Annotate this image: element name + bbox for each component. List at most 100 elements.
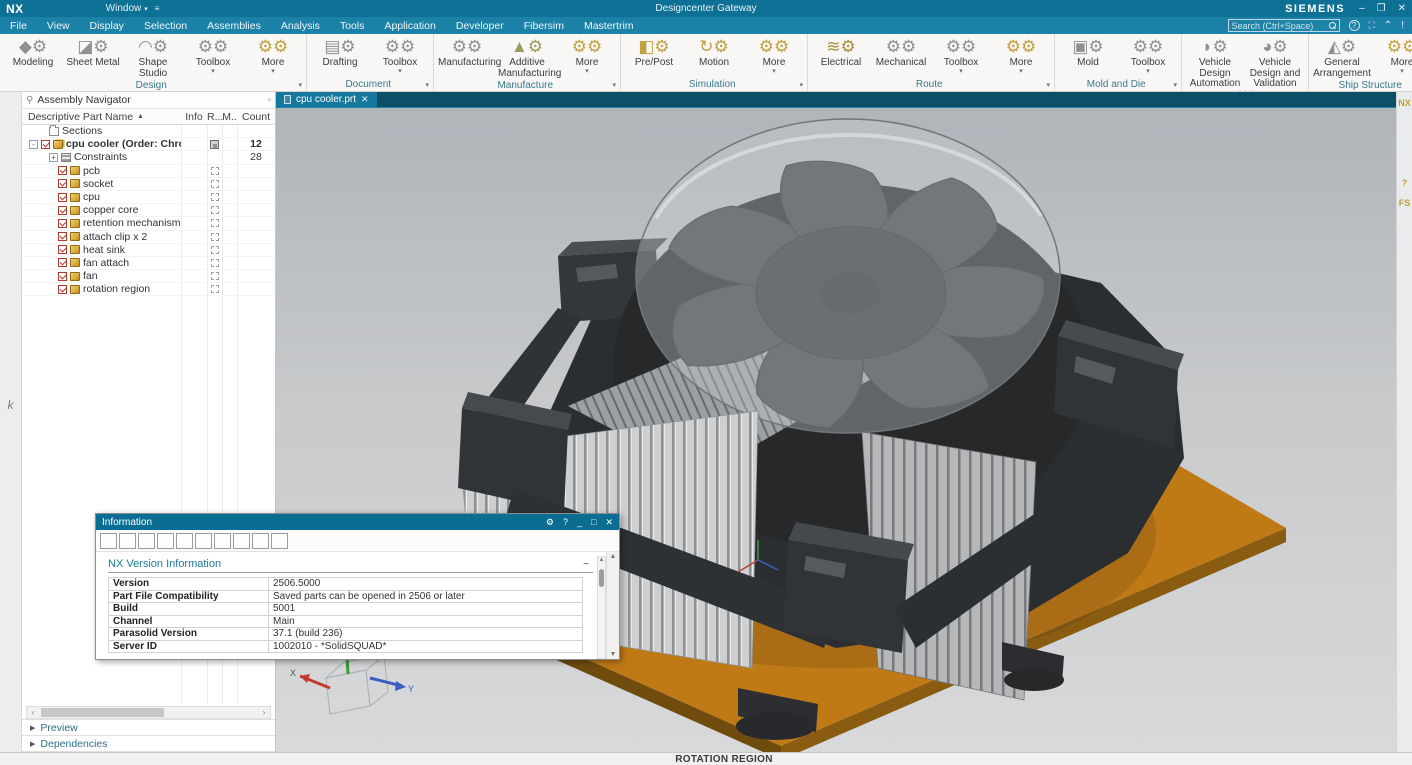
menu-item[interactable]: Mastertrim	[574, 17, 644, 34]
component-checkbox[interactable]	[58, 179, 67, 188]
group-dialog-launcher-icon[interactable]: ▾	[799, 81, 803, 89]
menu-item[interactable]: Developer	[446, 17, 514, 34]
minimize-ribbon-icon[interactable]: ⌃	[1384, 20, 1392, 31]
restore-button[interactable]: ❐	[1377, 3, 1386, 14]
component-checkbox[interactable]	[58, 193, 67, 202]
command-search-input[interactable]: Search (Ctrl+Space)	[1228, 19, 1340, 32]
group-dialog-launcher-icon[interactable]: ▾	[1046, 81, 1050, 89]
ribbon-button[interactable]: ⚙ Toolbox ▾	[932, 36, 990, 75]
ribbon-button[interactable]: ⚙ Vehicle Design Automation ▾	[1186, 36, 1244, 90]
tab-close-icon[interactable]: ✕	[361, 94, 369, 105]
ribbon-button[interactable]: ⚙ Toolbox ▾	[1119, 36, 1177, 75]
component-checkbox[interactable]	[41, 140, 50, 149]
group-dialog-launcher-icon[interactable]: ▾	[1173, 81, 1177, 89]
scroll-left-icon[interactable]: ‹	[27, 708, 39, 717]
scroll-down-icon[interactable]: ▼	[610, 651, 617, 658]
pin-icon[interactable]: ⚲	[26, 95, 33, 106]
scroll-thumb[interactable]	[599, 569, 604, 587]
collapsible-section[interactable]: ▶ Dependencies	[22, 735, 275, 751]
tree-row[interactable]: attach clip x 2	[22, 231, 275, 244]
alerts-icon[interactable]: !	[1401, 20, 1404, 31]
ribbon-button[interactable]: ⚙ More ▾	[1373, 36, 1412, 75]
scroll-up-icon[interactable]: ▲	[610, 553, 617, 560]
outer-scrollbar[interactable]: ▲ ▼	[606, 552, 619, 659]
group-dialog-launcher-icon[interactable]: ▾	[298, 81, 302, 89]
tree-column-headers[interactable]: Descriptive Part Name▲ Info R... M.. Cou…	[22, 109, 275, 125]
ribbon-button[interactable]: ⚙ More ▾	[558, 36, 616, 75]
maximize-icon[interactable]: □	[591, 517, 596, 528]
ribbon-button[interactable]: ⚙ General Arrangement ▾	[1313, 36, 1371, 79]
component-checkbox[interactable]	[58, 206, 67, 215]
close-button[interactable]: ✕	[1398, 3, 1406, 14]
component-checkbox[interactable]	[58, 245, 67, 254]
ribbon-button[interactable]: ⚙ Additive Manufacturing ▾	[498, 36, 556, 79]
component-checkbox[interactable]	[58, 166, 67, 175]
tree-row[interactable]: copper core	[22, 204, 275, 217]
component-checkbox[interactable]	[58, 285, 67, 294]
tree-expander[interactable]: -	[29, 140, 38, 149]
tree-row[interactable]: fan	[22, 270, 275, 283]
tree-row[interactable]: cpu	[22, 191, 275, 204]
help-icon[interactable]: ?	[563, 517, 568, 528]
tree-row[interactable]: pcb	[22, 165, 275, 178]
ribbon-button[interactable]: ⚙ Toolbox ▾	[371, 36, 429, 75]
fullscreen-icon[interactable]: ⛶	[1369, 20, 1375, 31]
scroll-right-icon[interactable]: ›	[258, 708, 270, 717]
inner-scrollbar[interactable]: ▲	[597, 556, 606, 659]
scroll-up-icon[interactable]: ▲	[598, 557, 605, 563]
menu-item[interactable]: Selection	[134, 17, 197, 34]
float-panel-icon[interactable]: ▫	[267, 95, 271, 106]
settings-gear-icon[interactable]: ⚙	[546, 517, 554, 528]
horizontal-scrollbar[interactable]: ‹ ›	[26, 706, 271, 719]
tree-row[interactable]: retention mechanism	[22, 217, 275, 230]
menu-item[interactable]: Application	[374, 17, 445, 34]
menu-item[interactable]: Fibersim	[514, 17, 574, 34]
component-checkbox[interactable]	[58, 232, 67, 241]
menu-item[interactable]: Assemblies	[197, 17, 271, 34]
ribbon-button[interactable]: ⚙ Shape Studio ▾	[124, 36, 182, 79]
ribbon-button[interactable]: ⚙ More ▾	[745, 36, 803, 75]
ribbon-button[interactable]: ⚙ Manufacturing ▾	[438, 36, 496, 69]
ribbon-button[interactable]: ⚙ Toolbox ▾	[184, 36, 242, 75]
help-icon[interactable]: ?	[1349, 20, 1360, 31]
minimize-icon[interactable]: _	[577, 517, 582, 528]
menu-item[interactable]: File	[0, 17, 37, 34]
tree-row[interactable]: fan attach	[22, 257, 275, 270]
tree-row[interactable]: heat sink	[22, 244, 275, 257]
ribbon-button[interactable]: ⚙ Mechanical ▾	[872, 36, 930, 69]
scroll-thumb[interactable]	[41, 708, 164, 717]
tree-expander[interactable]: +	[49, 153, 58, 162]
collapse-section-icon[interactable]: −	[583, 559, 593, 570]
close-icon[interactable]: ✕	[605, 517, 613, 528]
group-dialog-launcher-icon[interactable]: ▾	[612, 81, 616, 89]
information-window-titlebar[interactable]: Information ⚙ ? _ □ ✕	[96, 514, 619, 530]
minimize-button[interactable]: –	[1359, 3, 1365, 14]
ribbon-button[interactable]: ⚙ Modeling ▾	[4, 36, 62, 69]
tab-cpu-cooler[interactable]: cpu cooler.prt ✕	[276, 92, 377, 107]
group-dialog-launcher-icon[interactable]: ▾	[425, 81, 429, 89]
ribbon-button[interactable]: ⚙ Mold ▾	[1059, 36, 1117, 69]
component-checkbox[interactable]	[58, 219, 67, 228]
ribbon-button[interactable]: ⚙ Electrical ▾	[812, 36, 870, 69]
menu-item[interactable]: Display	[80, 17, 134, 34]
tree-row[interactable]: socket	[22, 178, 275, 191]
ribbon-button[interactable]: ⚙ Drafting ▾	[311, 36, 369, 69]
ribbon-button[interactable]: ⚙ Pre/Post ▾	[625, 36, 683, 69]
window-menu[interactable]: Window ▾ ≡	[106, 3, 160, 14]
tree-row[interactable]: - cpu cooler (Order: Chronologic... 12	[22, 138, 275, 151]
tree-row[interactable]: rotation region	[22, 283, 275, 296]
scroll-track[interactable]	[39, 708, 258, 717]
information-window[interactable]: Information ⚙ ? _ □ ✕ NX Version Informa…	[95, 513, 620, 660]
collapsible-section[interactable]: ▶ Preview	[22, 719, 275, 735]
ribbon-button[interactable]: ⚙ Vehicle Design and Validation ▾	[1246, 36, 1304, 90]
menu-item[interactable]: Tools	[330, 17, 375, 34]
fan-dome[interactable]	[636, 119, 1060, 433]
menu-item[interactable]: View	[37, 17, 80, 34]
ribbon-button[interactable]: ⚙ More ▾	[244, 36, 302, 75]
component-checkbox[interactable]	[58, 272, 67, 281]
ribbon-button[interactable]: ⚙ Motion ▾	[685, 36, 743, 69]
qat-customize-icon[interactable]: ≡	[155, 4, 160, 13]
ribbon-button[interactable]: ⚙ Sheet Metal ▾	[64, 36, 122, 69]
ribbon-button[interactable]: ⚙ More ▾	[992, 36, 1050, 75]
component-checkbox[interactable]	[58, 258, 67, 267]
